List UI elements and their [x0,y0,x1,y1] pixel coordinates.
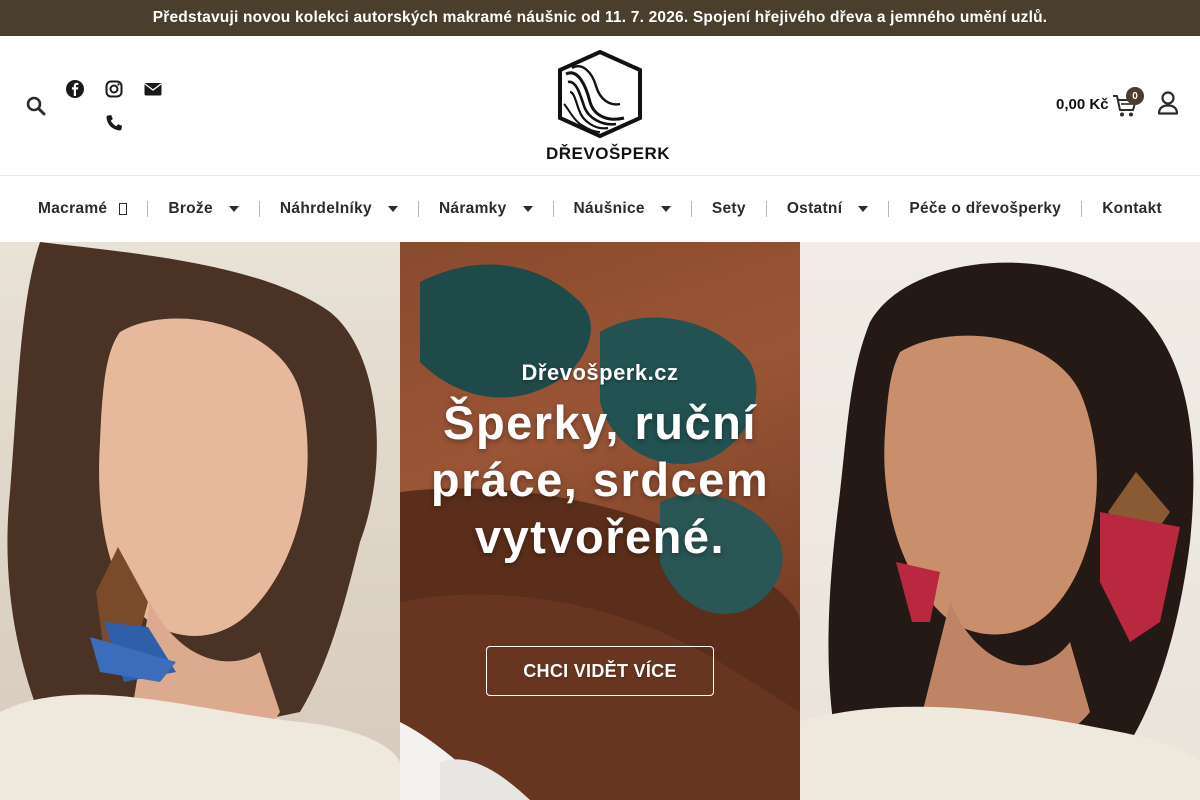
hero-image-left [0,242,400,800]
external-icon [119,203,128,215]
caret-down-icon [660,206,671,212]
caret-down-icon [522,206,533,212]
nav-item-macrame[interactable]: Macramé [18,200,147,218]
announcement-text: Představuji novou kolekci autorských mak… [152,9,1048,26]
nav-item-sety[interactable]: Sety [692,200,766,218]
nav-item-kontakt[interactable]: Kontakt [1082,200,1182,218]
nav-item-pece[interactable]: Péče o dřevošperky [889,200,1081,218]
woman-portrait-image [800,262,1200,800]
hero-site-name: Dřevošperk.cz [521,360,679,385]
hero-image-right [800,242,1200,800]
nav-label: Péče o dřevošperky [909,200,1062,217]
cart-count-badge: 0 [1126,87,1144,105]
facebook-icon[interactable] [65,79,85,99]
instagram-icon[interactable] [104,79,124,99]
caret-down-icon [228,206,239,212]
nav-label: Ostatní [786,200,843,217]
nav-label: Brože [168,200,213,217]
nav-item-ostatni[interactable]: Ostatní [767,200,889,218]
nav-label: Náramky [438,200,507,217]
user-icon[interactable] [1157,91,1179,115]
nav-item-naramky[interactable]: Náramky [419,200,553,218]
nav-item-broze[interactable]: Brože [148,200,259,218]
caret-down-icon [387,206,398,212]
nav-label: Kontakt [1102,200,1162,217]
hero-title: Šperky, ruční práce, srdcem vytvořené. [430,396,770,563]
nav-label: Sety [711,200,746,217]
site-logo[interactable]: DŘEVOŠPERK [546,46,671,164]
caret-down-icon [858,206,869,212]
cart-total[interactable]: 0,00 Kč [1056,96,1109,113]
phone-icon[interactable] [104,113,124,133]
nav-item-nausnice[interactable]: Náušnice [554,200,691,218]
hero-banner: Dřevošperk.cz Šperky, ruční práce, srdce… [0,242,1200,800]
nav-item-nahrdelniky[interactable]: Náhrdelníky [260,200,418,218]
logo-text: DŘEVOŠPERK [546,144,671,163]
site-header: DŘEVOŠPERK 0,00 Kč 0 [0,36,1200,176]
search-icon[interactable] [26,96,46,116]
see-more-button[interactable]: CHCI VIDĚT VÍCE [486,646,714,696]
announcement-bar: Představuji novou kolekci autorských mak… [0,0,1200,36]
woman-portrait-image [0,242,400,800]
wood-hexagon-icon [558,49,642,139]
main-navigation: Macramé Brože Náhrdelníky Náramky Náušni… [0,176,1200,242]
nav-label: Náušnice [573,200,645,217]
nav-label: Náhrdelníky [279,200,372,217]
hero-content: Dřevošperk.cz Šperky, ruční práce, srdce… [400,242,800,800]
nav-label: Macramé [38,200,108,217]
envelope-icon[interactable] [143,79,163,99]
